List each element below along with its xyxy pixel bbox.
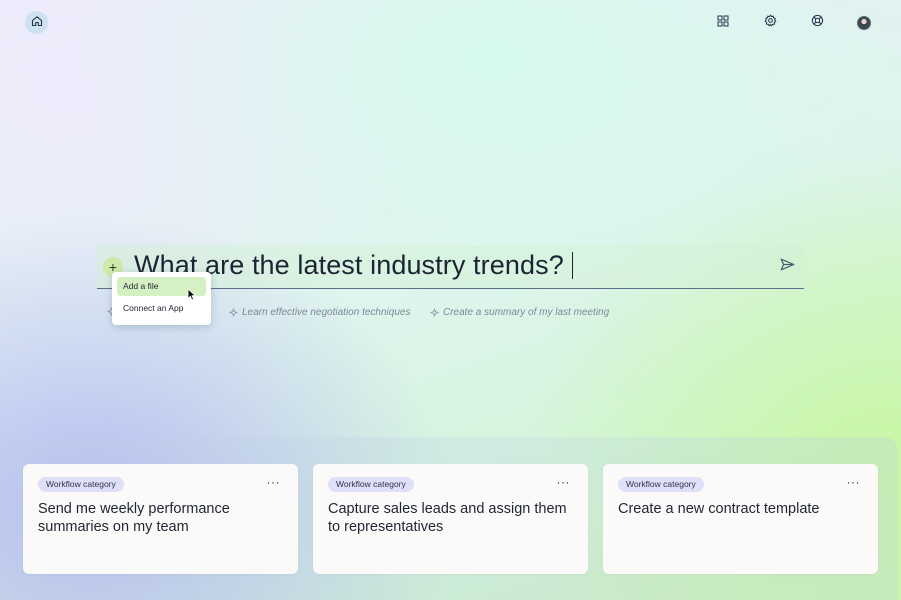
suggestion-label: Learn effective negotiation techniques — [242, 307, 411, 318]
more-options-button[interactable]: ··· — [557, 476, 571, 488]
card-title: Capture sales leads and assign them to r… — [328, 501, 567, 535]
suggestion-label: Create a summary of my last meeting — [443, 307, 610, 318]
workflow-card[interactable]: Workflow category ··· Send me weekly per… — [23, 464, 298, 574]
user-menu-button[interactable] — [853, 12, 875, 34]
card-title: Create a new contract template — [618, 501, 820, 517]
help-lifebuoy-icon — [811, 14, 824, 32]
card-title: Send me weekly performance summaries on … — [38, 501, 230, 535]
workflow-card[interactable]: Workflow category ··· Create a new contr… — [603, 464, 878, 574]
category-badge: Workflow category — [38, 477, 124, 492]
avatar — [857, 16, 871, 30]
category-badge: Workflow category — [328, 477, 414, 492]
grid-icon — [717, 14, 729, 32]
send-icon — [780, 258, 795, 276]
help-button[interactable] — [806, 12, 828, 34]
home-button[interactable] — [25, 11, 48, 34]
workflow-card[interactable]: Workflow category ··· Capture sales lead… — [313, 464, 588, 574]
category-badge: Workflow category — [618, 477, 704, 492]
home-icon — [31, 14, 43, 32]
top-toolbar — [687, 12, 875, 34]
sparkle-icon — [430, 308, 439, 317]
apps-grid-button[interactable] — [712, 12, 734, 34]
suggestion-chip[interactable]: Learn effective negotiation techniques — [229, 307, 410, 318]
more-options-button[interactable]: ··· — [267, 476, 281, 488]
send-button[interactable] — [778, 258, 796, 276]
sparkle-icon — [229, 308, 238, 317]
text-caret — [571, 252, 574, 279]
more-options-button[interactable]: ··· — [847, 476, 861, 488]
mouse-pointer-icon — [187, 288, 197, 306]
suggestion-chip[interactable]: Create a summary of my last meeting — [430, 307, 609, 318]
settings-button[interactable] — [759, 12, 781, 34]
settings-icon — [763, 14, 777, 32]
